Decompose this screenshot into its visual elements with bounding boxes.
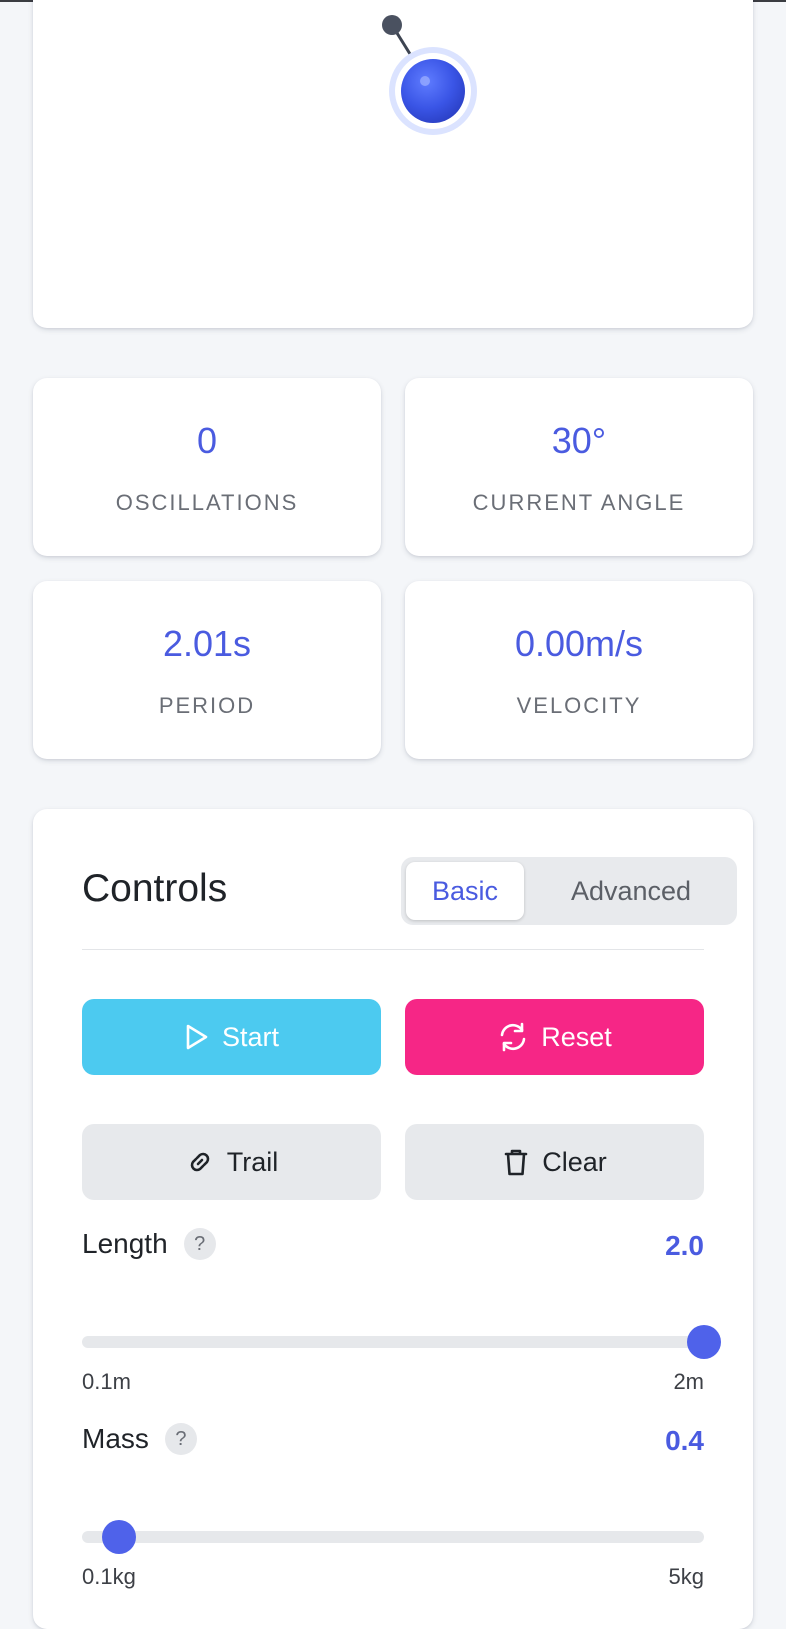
clear-label: Clear: [542, 1146, 607, 1177]
mass-label: Mass: [82, 1423, 149, 1454]
reset-button[interactable]: Reset: [405, 999, 704, 1075]
trash-icon: [504, 1149, 528, 1176]
stat-value: 2.01s: [162, 623, 252, 664]
start-button[interactable]: Start: [82, 999, 381, 1075]
mass-slider[interactable]: [82, 1520, 704, 1554]
stat-velocity: 0.00m/s VELOCITY: [405, 581, 753, 759]
length-label-row: Length ?: [82, 1228, 216, 1260]
stat-label: VELOCITY: [516, 693, 642, 718]
stat-value: 30°: [551, 420, 607, 461]
stat-label: PERIOD: [158, 693, 256, 718]
stat-period: 2.01s PERIOD: [33, 581, 381, 759]
help-icon[interactable]: ?: [183, 1228, 216, 1260]
length-min: 0.1m: [82, 1369, 131, 1394]
reset-label: Reset: [541, 1021, 612, 1052]
pendulum-bob-highlight: [420, 76, 430, 86]
start-label: Start: [221, 1021, 280, 1052]
length-label: Length: [82, 1228, 168, 1259]
pendulum-bob: [401, 59, 465, 123]
stat-label: CURRENT ANGLE: [472, 490, 686, 515]
length-slider-thumb[interactable]: [687, 1325, 721, 1359]
stat-current-angle: 30° CURRENT ANGLE: [405, 378, 753, 556]
tab-advanced[interactable]: Advanced: [529, 862, 733, 920]
play-icon: [186, 1024, 208, 1050]
clear-button[interactable]: Clear: [405, 1124, 704, 1200]
stat-label: OSCILLATIONS: [115, 490, 299, 515]
length-value: 2.0: [665, 1230, 704, 1261]
tab-basic[interactable]: Basic: [406, 862, 524, 920]
length-slider[interactable]: [82, 1325, 721, 1359]
controls-panel: Controls Basic Advanced Start Reset Trai…: [33, 809, 753, 1629]
mode-toggle: Basic Advanced: [401, 857, 737, 925]
help-icon[interactable]: ?: [164, 1423, 197, 1455]
trail-label: Trail: [226, 1146, 279, 1177]
mass-label-row: Mass ?: [82, 1423, 197, 1455]
link-icon: [190, 1152, 210, 1172]
divider: [82, 949, 704, 950]
pendulum-canvas[interactable]: [33, 0, 753, 328]
length-max: 2m: [673, 1369, 704, 1394]
pendulum-pivot: [382, 15, 402, 35]
mass-value: 0.4: [665, 1425, 704, 1456]
trail-button[interactable]: Trail: [82, 1124, 381, 1200]
pendulum-drawing: [382, 15, 477, 135]
stat-value: 0.00m/s: [514, 623, 644, 664]
stat-value: 0: [196, 420, 218, 461]
mass-max: 5kg: [668, 1564, 704, 1589]
mass-slider-thumb[interactable]: [102, 1520, 137, 1554]
controls-title: Controls: [82, 867, 228, 910]
refresh-icon: [500, 1022, 526, 1052]
stat-oscillations: 0 OSCILLATIONS: [33, 378, 381, 556]
mass-min: 0.1kg: [82, 1564, 136, 1589]
